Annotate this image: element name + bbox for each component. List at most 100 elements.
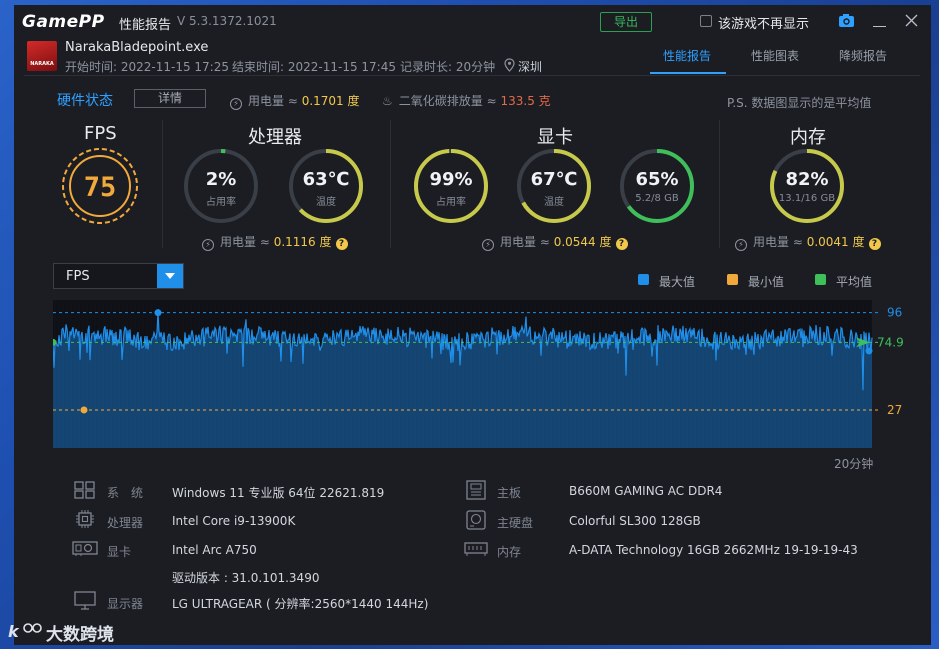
- watermark-logo-icon: k: [8, 622, 42, 641]
- tab-throttle-report[interactable]: 降频报告: [839, 47, 887, 64]
- power-icon: ⚡: [482, 239, 494, 251]
- cpu-title: 处理器: [248, 127, 302, 148]
- gpu-vram-gauge: 65% 5.2/8 GB: [619, 148, 695, 224]
- avg-value-label: 74.9: [877, 335, 904, 349]
- watermark-text: 大数跨境: [46, 625, 114, 645]
- gpu-usage-value: 99%: [429, 169, 473, 190]
- disk-label: 主硬盘: [497, 516, 534, 530]
- memory-usage-label: 13.1/16 GB: [778, 193, 836, 204]
- co2-icon: ♨: [382, 94, 393, 108]
- max-value-label: 96: [887, 306, 902, 320]
- windows-icon: [74, 481, 95, 499]
- fps-title: FPS: [84, 123, 117, 144]
- gpu-temp-value: 67℃: [530, 169, 578, 190]
- disk-value: Colorful SL300 128GB: [569, 514, 701, 528]
- version-label: V 5.3.1372.1021: [177, 14, 277, 28]
- location-label: 深圳: [518, 60, 543, 74]
- legend-max-swatch: [638, 274, 649, 285]
- cpu-temp-value: 63℃: [302, 169, 350, 190]
- camera-icon[interactable]: [838, 13, 855, 28]
- section-divider: [719, 120, 720, 248]
- cpu-temp-gauge: 63℃ 温度: [288, 148, 364, 224]
- cpu-usage-label: 占用率: [206, 197, 236, 208]
- close-icon[interactable]: [905, 14, 918, 27]
- hide-game-label: 该游戏不再显示: [718, 17, 810, 32]
- active-tab-indicator: [650, 72, 726, 74]
- monitor-icon: [74, 591, 96, 610]
- gpu-usage-gauge: 99% 占用率: [413, 148, 489, 224]
- cpu-usage-gauge: 2% 占用率: [183, 148, 259, 224]
- gpu-vram-label: 5.2/8 GB: [635, 193, 679, 204]
- legend-avg-label: 平均值: [836, 275, 873, 289]
- window-title: 性能报告: [119, 18, 172, 33]
- header-divider: [24, 75, 920, 76]
- details-button[interactable]: 详情: [134, 89, 206, 108]
- memory-icon: [464, 542, 488, 556]
- memory-title: 内存: [790, 127, 826, 148]
- gpu-title: 显卡: [537, 127, 573, 148]
- section-divider: [162, 120, 163, 248]
- record-duration: 记录时长: 20分钟: [400, 60, 496, 74]
- metric-select-value: FPS: [66, 269, 90, 284]
- location-pin-icon: [504, 58, 515, 72]
- power-icon: ⚡: [735, 239, 747, 251]
- end-point: [865, 347, 873, 355]
- gpu-power: ⚡ 用电量 ≈ 0.0544 度?: [482, 233, 628, 251]
- game-icon: NARAKA: [27, 41, 57, 71]
- hide-game-checkbox[interactable]: [700, 15, 712, 27]
- svg-text:k: k: [8, 622, 20, 641]
- cpu-value: Intel Core i9-13900K: [172, 514, 296, 528]
- gpu-label: 显卡: [107, 545, 132, 559]
- tab-performance-report[interactable]: 性能报告: [663, 47, 711, 64]
- help-icon[interactable]: ?: [335, 238, 348, 250]
- cpu-usage-value: 2%: [205, 169, 237, 190]
- x-axis-label: 20分钟: [834, 457, 874, 471]
- gpu-vram-value: 65%: [635, 169, 679, 190]
- legend-min-swatch: [727, 274, 738, 285]
- export-button[interactable]: 导出: [600, 12, 652, 32]
- gpu-driver-version: 驱动版本 : 31.0.101.3490: [172, 571, 320, 585]
- average-note: P.S. 数据图显示的是平均值: [727, 96, 872, 110]
- help-icon[interactable]: ?: [868, 238, 881, 250]
- legend-min-label: 最小值: [748, 275, 785, 289]
- system-label: 系 统: [107, 486, 144, 500]
- tab-performance-chart[interactable]: 性能图表: [751, 47, 799, 64]
- motherboard-label: 主板: [497, 486, 522, 500]
- memory-power: ⚡ 用电量 ≈ 0.0041 度?: [735, 233, 881, 251]
- legend-avg-swatch: [815, 274, 826, 285]
- section-divider: [390, 120, 391, 248]
- system-value: Windows 11 专业版 64位 22621.819: [172, 486, 385, 500]
- motherboard-icon: [466, 480, 486, 500]
- legend-max-label: 最大值: [659, 275, 696, 289]
- total-power: ⚡ 用电量 ≈ 0.1701 度: [230, 92, 360, 110]
- gpu-icon: [72, 541, 98, 556]
- cpu-temp-label: 温度: [316, 197, 336, 208]
- min-value-label: 27: [887, 403, 902, 417]
- co2-emission: ♨ 二氧化碳排放量 ≈ 133.5 克: [382, 94, 551, 108]
- start-time: 开始时间: 2022-11-15 17:25: [65, 60, 229, 74]
- max-point: [154, 309, 162, 317]
- memory-usage-gauge: 82% 13.1/16 GB: [769, 148, 845, 224]
- min-point: [80, 406, 88, 414]
- monitor-value: LG ULTRAGEAR ( 分辨率:2560*1440 144Hz): [172, 597, 429, 611]
- memory-usage-value: 82%: [785, 169, 829, 190]
- dropdown-button[interactable]: [157, 264, 183, 288]
- power-icon: ⚡: [230, 98, 242, 110]
- cpu-label: 处理器: [107, 516, 144, 530]
- disk-icon: [466, 510, 486, 530]
- gpu-value: Intel Arc A750: [172, 543, 257, 557]
- memory-label: 内存: [497, 545, 522, 559]
- fps-chart[interactable]: 96 74.9 27: [53, 300, 909, 452]
- gpu-temp-label: 温度: [544, 197, 564, 208]
- minimize-icon[interactable]: [873, 26, 886, 27]
- monitor-label: 显示器: [107, 597, 144, 611]
- help-icon[interactable]: ?: [615, 238, 628, 250]
- cpu-icon: [76, 510, 94, 528]
- power-icon: ⚡: [202, 239, 214, 251]
- cpu-power: ⚡ 用电量 ≈ 0.1116 度?: [202, 233, 348, 251]
- chevron-down-icon: [165, 273, 175, 279]
- motherboard-value: B660M GAMING AC DDR4: [569, 484, 723, 498]
- metric-select[interactable]: FPS: [53, 263, 184, 289]
- hardware-status-title: 硬件状态: [57, 93, 113, 109]
- gpu-usage-label: 占用率: [436, 197, 466, 208]
